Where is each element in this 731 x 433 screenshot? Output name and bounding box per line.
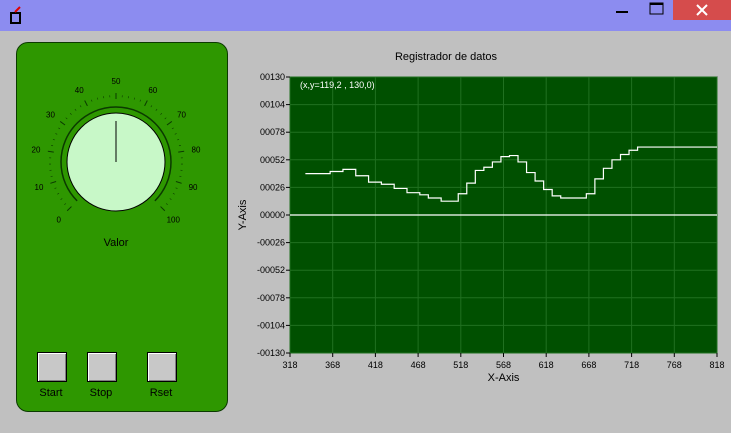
reset-button-label: Rset	[149, 387, 173, 399]
x-tick-label: 768	[667, 360, 682, 370]
x-tick-label: 468	[411, 360, 426, 370]
y-tick-label: -00052	[257, 265, 285, 275]
knob-minor-tick	[65, 117, 68, 120]
knob-tick-label: 60	[148, 86, 157, 95]
y-tick-label: -00130	[257, 348, 285, 358]
knob-minor-tick	[177, 139, 180, 141]
knob-minor-tick	[172, 193, 175, 195]
knob-minor-tick	[171, 127, 174, 130]
y-tick-label: -00104	[257, 320, 285, 330]
x-tick-label: 368	[325, 360, 340, 370]
knob-tick-label: 80	[192, 145, 201, 154]
knob-minor-tick	[164, 117, 167, 120]
knob-minor-tick	[91, 99, 93, 102]
knob-minor-tick	[74, 108, 77, 111]
knob-major-tick	[84, 100, 88, 107]
y-tick-label: 00104	[260, 100, 285, 110]
y-tick-label: -00026	[257, 238, 285, 248]
knob-tick-label: 70	[177, 110, 186, 119]
knob-tick-label: 30	[46, 110, 55, 119]
y-tick-label: -00078	[257, 293, 285, 303]
knob-minor-tick	[160, 112, 163, 115]
knob-major-tick	[47, 150, 54, 153]
knob-minor-tick	[55, 133, 58, 135]
knob-minor-tick	[57, 193, 60, 195]
knob-minor-tick	[155, 108, 158, 111]
cursor-readout: (x,y=119,2 , 130,0)	[300, 80, 375, 90]
knob-major-tick	[59, 121, 66, 126]
knob-minor-tick	[60, 198, 63, 200]
y-tick-label: 00026	[260, 182, 285, 192]
y-tick-label: 00052	[260, 155, 285, 165]
knob-minor-tick	[150, 105, 153, 108]
knob-tick-label: 50	[112, 77, 121, 86]
y-axis-label: Y-Axis	[237, 199, 249, 230]
knob-minor-tick	[139, 99, 141, 102]
knob-control[interactable]: 0 10 20 30 40 50 60 70 80 90 100	[16, 42, 228, 242]
x-tick-label: 718	[624, 360, 639, 370]
x-tick-label: 418	[368, 360, 383, 370]
knob-major-tick	[144, 100, 148, 107]
knob-minor-tick	[52, 139, 55, 141]
knob-major-tick	[50, 180, 57, 184]
app-icon	[10, 6, 21, 24]
knob-minor-tick	[64, 203, 67, 205]
knob-label: Valor	[103, 237, 129, 249]
x-tick-label: 818	[709, 360, 724, 370]
knob-major-tick	[178, 150, 185, 153]
knob-minor-tick	[69, 112, 72, 115]
stop-button[interactable]	[87, 352, 117, 382]
close-icon	[696, 4, 708, 16]
knob-minor-tick	[58, 127, 61, 130]
knob-tick-label: 20	[32, 145, 41, 154]
x-tick-label: 668	[581, 360, 596, 370]
knob-major-tick	[175, 180, 182, 184]
knob-minor-tick	[54, 187, 57, 189]
knob-minor-tick	[133, 97, 135, 100]
y-tick-label: 00078	[260, 127, 285, 137]
x-tick-label: 318	[282, 360, 297, 370]
x-tick-label: 618	[539, 360, 554, 370]
knob-minor-tick	[79, 105, 82, 108]
chart-title: Registrador de datos	[394, 51, 498, 63]
knob-major-tick	[66, 206, 72, 212]
y-tick-label: 00130	[260, 72, 285, 82]
start-button[interactable]	[37, 352, 67, 382]
knob-major-tick	[160, 206, 166, 212]
title-bar	[0, 0, 731, 31]
knob-minor-tick	[97, 97, 99, 100]
x-tick-label: 518	[453, 360, 468, 370]
knob-tick-label: 0	[56, 215, 61, 224]
close-button[interactable]	[673, 0, 731, 20]
reset-button[interactable]	[147, 352, 177, 382]
minimize-icon	[616, 11, 628, 13]
data-logger-chart: 00130 00104 00078 00052 00026 00000 -00026 -000…	[237, 72, 725, 384]
y-tick-label: 00000	[260, 210, 285, 220]
knob-minor-tick	[165, 203, 168, 205]
stop-button-label: Stop	[89, 387, 113, 399]
knob-minor-tick	[169, 198, 172, 200]
knob-minor-tick	[175, 187, 178, 189]
knob-tick-label: 100	[167, 215, 181, 224]
x-axis-label: X-Axis	[488, 372, 520, 384]
start-button-label: Start	[39, 387, 63, 399]
maximize-icon	[649, 2, 664, 15]
minimize-button[interactable]	[608, 0, 638, 20]
knob-tick-label: 40	[75, 86, 84, 95]
maximize-button[interactable]	[640, 0, 672, 20]
x-tick-label: 568	[496, 360, 511, 370]
knob-tick-label: 90	[189, 183, 198, 192]
knob-major-tick	[166, 121, 173, 126]
knob-tick-label: 10	[35, 183, 44, 192]
knob-minor-tick	[174, 133, 177, 135]
